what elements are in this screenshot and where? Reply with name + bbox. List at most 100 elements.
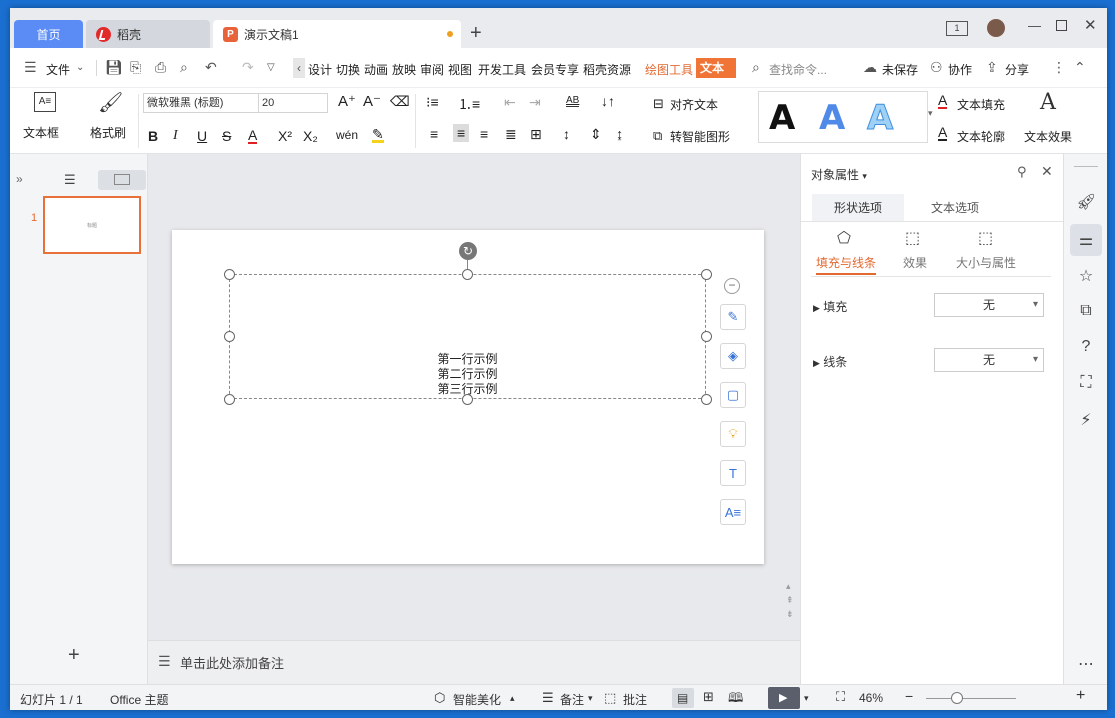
menu-animation[interactable]: 动画 <box>364 61 388 78</box>
save-icon[interactable]: 💾︎ <box>105 59 123 76</box>
more-horizontal-icon[interactable]: ⋯ <box>1076 654 1096 674</box>
align-center-icon[interactable]: ≡ <box>453 124 470 142</box>
subtab-fill-line[interactable]: 填充与线条 <box>816 254 877 275</box>
lightning-icon[interactable]: ⚡︎ <box>1076 410 1096 430</box>
clear-format-icon[interactable]: ⌫ <box>390 93 410 110</box>
close-panel-icon[interactable]: ✕ <box>1041 163 1053 180</box>
minimize-icon[interactable]: — <box>1028 18 1041 33</box>
justify-icon[interactable]: ≣ <box>505 126 517 143</box>
decrease-indent-icon[interactable]: ⇤ <box>504 94 516 111</box>
pen-icon[interactable]: ✎ <box>720 304 746 330</box>
text-direction-icon[interactable]: AB <box>566 95 580 107</box>
superscript-icon[interactable]: X² <box>278 128 292 144</box>
tab-daoke[interactable]: 稻壳 <box>86 20 210 48</box>
spacing-options-icon[interactable]: ↨ <box>616 126 623 142</box>
menu-review[interactable]: 审阅 <box>420 61 444 78</box>
increase-font-icon[interactable]: A⁺ <box>338 92 356 110</box>
textbox-button[interactable]: 文本框 <box>23 124 59 141</box>
text-effect-icon[interactable]: A <box>1040 90 1056 115</box>
paragraph-spacing-icon[interactable]: ⇕ <box>590 126 602 143</box>
add-slide-button[interactable]: + <box>68 644 80 667</box>
border-icon[interactable]: ▢ <box>720 382 746 408</box>
text-box-selection[interactable]: 第一行示例 第二行示例 第三行示例 <box>229 274 706 399</box>
switch-icon[interactable]: ⧉ <box>1076 302 1096 320</box>
format-painter-button[interactable]: 格式刷 <box>90 124 126 141</box>
undo-icon[interactable]: ↶ <box>205 59 217 76</box>
pin-icon[interactable]: ⚲ <box>1017 164 1027 180</box>
align-left-icon[interactable]: ≡ <box>430 126 438 142</box>
theme-name[interactable]: Office 主题 <box>110 691 168 708</box>
text-line-1[interactable]: 第一行示例 <box>230 352 705 367</box>
print-icon[interactable]: ⎙ <box>155 59 166 76</box>
text-style-gallery[interactable]: A A A <box>758 91 928 143</box>
rotate-handle-icon[interactable]: ↻ <box>459 242 477 260</box>
format-painter-icon[interactable]: 🖌︎ <box>98 90 123 115</box>
text-effect-button[interactable]: 文本效果 <box>1024 128 1072 145</box>
zoom-level[interactable]: 46% <box>859 691 883 705</box>
notes-bar[interactable]: ☰ 单击此处添加备注 <box>148 640 800 684</box>
resize-handle[interactable] <box>224 331 235 342</box>
menu-design[interactable]: 设计 <box>308 61 332 78</box>
grid-view-icon[interactable]: ⊞ <box>703 689 714 705</box>
menu-developer[interactable]: 开发工具 <box>478 61 526 78</box>
hamburger-icon[interactable]: ☰ <box>24 59 37 76</box>
menu-slideshow[interactable]: 放映 <box>392 61 416 78</box>
text-outline-button[interactable]: 文本轮廓 <box>957 128 1005 145</box>
avatar[interactable] <box>987 19 1005 37</box>
fit-screen-icon[interactable]: ⛶ <box>836 689 845 705</box>
tab-home[interactable]: 首页 <box>14 20 83 48</box>
tab-text-options[interactable]: 文本选项 <box>909 194 1001 222</box>
comments-button[interactable]: 批注 <box>623 691 647 708</box>
increase-indent-icon[interactable]: ⇥ <box>529 94 541 111</box>
slide[interactable]: ↻ 第一行示例 第二行示例 第三行示例 − ✎ ◈ ▢ 💡︎ T A≡ <box>172 230 764 564</box>
zoom-slider-thumb[interactable] <box>951 692 963 704</box>
reading-view-icon[interactable]: 🕮︎ <box>728 689 743 710</box>
image-icon[interactable]: ⛶ <box>1076 374 1096 392</box>
italic-icon[interactable]: I <box>173 128 178 144</box>
menu-transition[interactable]: 切换 <box>336 61 360 78</box>
menu-text-tools[interactable]: 文本工具 <box>696 58 736 78</box>
phonetic-icon[interactable]: wén <box>336 128 358 142</box>
redo-icon[interactable]: ↷ <box>242 59 254 76</box>
tab-document[interactable]: P 演示文稿1 <box>213 20 461 48</box>
subtab-size[interactable]: 大小与属性 <box>956 254 1016 271</box>
strikethrough-icon[interactable]: S <box>222 128 231 144</box>
new-tab-button[interactable]: + <box>470 22 482 44</box>
close-window-icon[interactable]: ✕ <box>1084 16 1097 34</box>
smart-shape-button[interactable]: 转智能图形 <box>670 128 730 145</box>
resize-handle[interactable] <box>224 394 235 405</box>
fill-select[interactable]: 无 <box>934 293 1044 317</box>
resize-handle[interactable] <box>701 331 712 342</box>
play-button[interactable]: ▶ <box>768 687 800 709</box>
resize-handle[interactable] <box>701 269 712 280</box>
resize-handle[interactable] <box>701 394 712 405</box>
quick-access-dropdown-icon[interactable]: ▽ <box>267 62 275 73</box>
collapse-tools-icon[interactable]: − <box>724 278 740 294</box>
menu-view[interactable]: 视图 <box>448 61 472 78</box>
fill-section[interactable]: ▶ 填充 <box>813 298 847 315</box>
help-icon[interactable]: ? <box>1076 338 1096 356</box>
resize-handle[interactable] <box>462 394 473 405</box>
normal-view-button[interactable]: ▤ <box>672 688 694 708</box>
preview-icon[interactable]: ⌕ <box>180 59 188 76</box>
notes-placeholder[interactable]: 单击此处添加备注 <box>180 653 284 672</box>
style-black-icon[interactable]: A <box>769 98 795 138</box>
collapse-ribbon-icon[interactable]: ⌃ <box>1074 59 1086 76</box>
align-text-button[interactable]: 对齐文本 <box>670 96 718 113</box>
expand-panel-icon[interactable]: » <box>16 172 23 186</box>
font-name-select[interactable]: 微软雅黑 (标题) <box>143 93 259 113</box>
text-style-icon[interactable]: A≡ <box>720 499 746 525</box>
subtab-effect[interactable]: 效果 <box>903 254 927 271</box>
resize-handle[interactable] <box>224 269 235 280</box>
decrease-font-icon[interactable]: A⁻ <box>363 92 381 110</box>
underline-icon[interactable]: U <box>197 128 207 144</box>
distribute-icon[interactable]: ⊞ <box>530 126 542 143</box>
unsaved-button[interactable]: 未保存 <box>882 61 918 78</box>
collab-button[interactable]: 协作 <box>948 61 972 78</box>
maximize-icon[interactable] <box>1056 20 1067 31</box>
fill-icon[interactable]: ◈ <box>720 343 746 369</box>
panel-title[interactable]: 对象属性 ▾ <box>811 166 867 183</box>
rocket-icon[interactable]: 🚀︎ <box>1076 192 1096 212</box>
bold-icon[interactable]: B <box>148 128 158 144</box>
zoom-slider[interactable] <box>926 698 1016 699</box>
